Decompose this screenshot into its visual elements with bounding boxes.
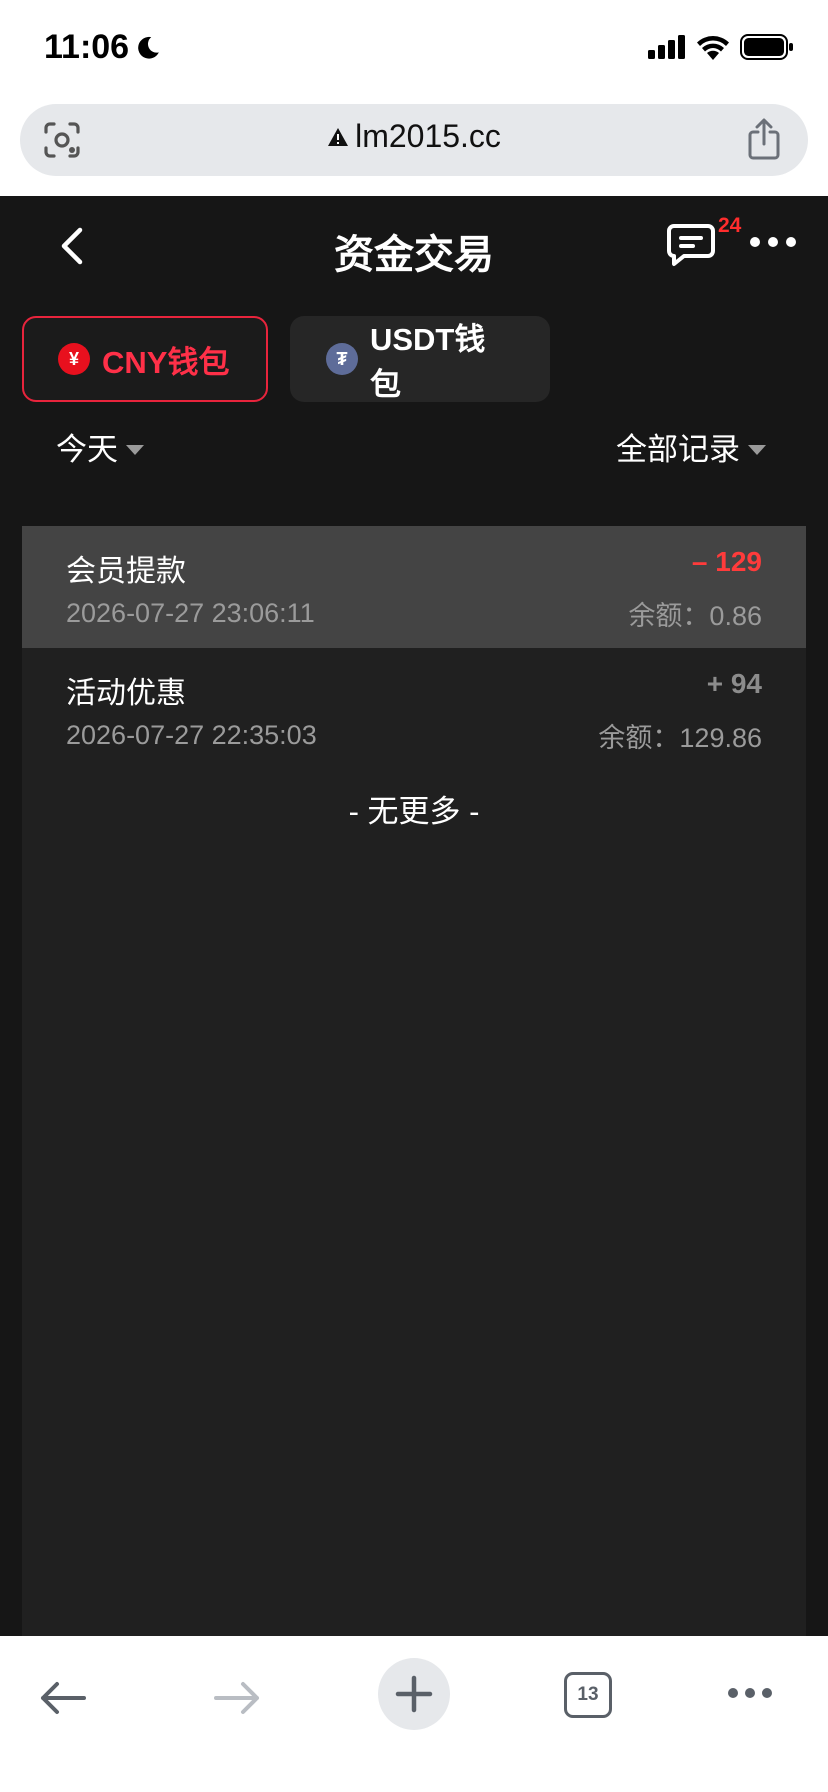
battery-icon	[740, 34, 793, 60]
filter-bar: 今天 全部记录	[0, 424, 828, 484]
page-header: 资金交易 24	[0, 196, 828, 296]
tab-cny-wallet[interactable]: ¥ CNY钱包	[22, 316, 268, 402]
caret-down-icon	[748, 444, 766, 455]
url-bar[interactable]: lm2015.cc	[20, 104, 808, 176]
url-text: lm2015.cc	[355, 118, 501, 154]
transaction-balance: 余额：0.86	[628, 601, 762, 631]
share-icon[interactable]	[746, 118, 782, 160]
message-icon[interactable]	[666, 222, 716, 268]
date-filter-dropdown[interactable]: 今天	[56, 424, 144, 469]
tab-label: USDT钱包	[369, 322, 486, 402]
transaction-time: 2026-07-27 23:06:11	[66, 598, 315, 628]
more-options-icon[interactable]	[748, 234, 798, 250]
wifi-icon	[697, 36, 729, 60]
plus-icon	[395, 1675, 433, 1713]
app-content: 资金交易 24 ¥ CNY钱包 ₮ USDT钱包 今天 全部记录 会员提款 20…	[0, 196, 828, 1636]
browser-menu-icon[interactable]	[726, 1686, 774, 1700]
caret-down-icon	[126, 444, 144, 455]
status-icons	[648, 34, 794, 60]
transaction-type: 活动优惠	[66, 677, 186, 710]
tab-label: CNY钱包	[102, 344, 230, 380]
no-more-text: - 无更多 -	[348, 794, 480, 829]
transaction-balance: 余额：129.86	[598, 723, 762, 753]
tab-count-button[interactable]: 13	[564, 1672, 612, 1718]
wallet-tabs: ¥ CNY钱包 ₮ USDT钱包	[22, 316, 550, 402]
transaction-list: 会员提款 2026-07-27 23:06:11 – 129 余额：0.86 活…	[22, 526, 806, 1636]
transaction-type: 会员提款	[66, 555, 186, 588]
tether-icon: ₮	[326, 343, 358, 375]
browser-forward-icon[interactable]	[212, 1680, 262, 1716]
record-type-dropdown[interactable]: 全部记录	[616, 424, 766, 469]
tab-usdt-wallet[interactable]: ₮ USDT钱包	[290, 316, 550, 402]
status-bar: 11:06	[0, 0, 828, 100]
transaction-time: 2026-07-27 22:35:03	[66, 720, 317, 750]
yuan-icon: ¥	[58, 343, 90, 375]
transaction-amount: + 94	[706, 668, 762, 699]
transaction-amount: – 129	[691, 546, 762, 577]
browser-back-icon[interactable]	[38, 1680, 88, 1716]
signal-icon	[648, 35, 685, 59]
record-type-label: 全部记录	[616, 432, 740, 467]
warning-icon	[328, 127, 349, 146]
back-arrow-icon[interactable]	[56, 226, 92, 266]
status-time: 11:06	[44, 28, 161, 67]
url-display[interactable]: lm2015.cc	[20, 118, 808, 155]
message-badge: 24	[718, 214, 742, 237]
transaction-row[interactable]: 会员提款 2026-07-27 23:06:11 – 129 余额：0.86	[22, 526, 806, 648]
transaction-row[interactable]: 活动优惠 2026-07-27 22:35:03 + 94 余额：129.86	[22, 648, 806, 770]
clock-text: 11:06	[44, 28, 130, 66]
browser-toolbar: 13	[0, 1636, 828, 1792]
new-tab-button[interactable]	[378, 1658, 450, 1730]
date-filter-label: 今天	[56, 432, 118, 467]
moon-icon	[138, 36, 159, 59]
